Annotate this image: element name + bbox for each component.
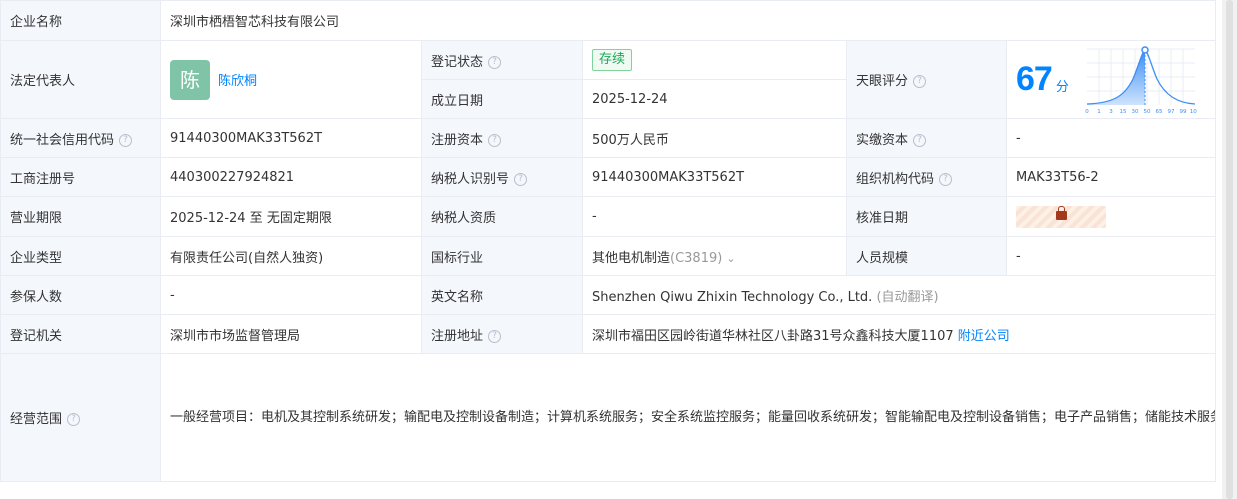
legal-rep-link[interactable]: 陈欣桐 [218,74,257,89]
help-icon[interactable]: ? [119,133,133,147]
help-icon[interactable]: ? [939,172,953,186]
score-tick-label: 1 [1097,109,1101,115]
score-tick-label: 3 [1109,109,1113,115]
reg-status-label: 登记状态? [421,40,583,80]
paid-capital-label: 实缴资本? [846,118,1007,158]
term-value: 2025-12-24 至 无固定期限 [160,196,422,237]
lock-icon [1056,205,1067,220]
reg-status-cell: 存续 [582,40,847,80]
help-icon[interactable]: ? [514,172,528,186]
locked-value[interactable] [1016,205,1106,228]
legal-rep-cell: 陈陈欣桐 [160,40,422,119]
reg-capital-value: 500万人民币 [582,118,847,158]
staff-size-label: 人员规模 [846,236,1007,276]
chevron-down-icon[interactable]: ⌄ [726,252,735,265]
score-tick-label: 15 [1119,109,1126,115]
score-tick-label: 100 [1190,109,1197,115]
score-unit: 分 [1055,80,1069,95]
nearby-companies-link[interactable]: 附近公司 [958,329,1010,344]
industry-code: (C3819) [670,250,723,266]
score-tick-label: 65 [1155,109,1162,115]
scope-value: 一般经营项目：电机及其控制系统研发；输配电及控制设备制造；计算机系统服务；安全系… [159,353,1217,482]
tianyan-score-cell[interactable]: 67 分 0 1 3 15 30 50 65 97 99 100 [1005,40,1217,119]
reg-authority-label: 登记机关 [0,314,161,354]
credit-code-label: 统一社会信用代码? [0,118,161,158]
company-info-table: 企业名称 深圳市栖梧智芯科技有限公司 法定代表人 陈陈欣桐 登记状态? 存续 天… [0,0,1217,482]
avatar: 陈 [170,59,210,100]
tianyan-score: 67 [1016,60,1053,98]
english-name-label: 英文名称 [421,275,583,315]
approval-date-cell [1005,196,1217,237]
status-badge: 存续 [592,49,633,71]
company-name-value: 深圳市栖梧智芯科技有限公司 [159,0,1217,41]
scrollbar[interactable] [1222,0,1237,499]
reg-address-cell: 深圳市福田区园岭街道华林社区八卦路31号众鑫科技大厦1107 附近公司 [581,314,1217,354]
biz-reg-no-label: 工商注册号 [0,157,161,197]
scrollbar-thumb[interactable] [1226,0,1233,499]
legal-rep-label: 法定代表人 [0,40,161,119]
industry-value: 其他电机制造 [592,250,671,266]
found-date-label: 成立日期 [421,79,583,119]
taxpayer-id-label: 纳税人识别号? [421,157,583,197]
taxpayer-qual-value: - [582,196,847,237]
org-code-value: MAK33T56-2 [1005,157,1217,197]
help-icon[interactable]: ? [488,329,502,343]
help-icon[interactable]: ? [488,55,502,69]
score-tick-label: 50 [1143,109,1150,115]
industry-cell[interactable]: 其他电机制造(C3819) ⌄ [582,236,847,276]
term-label: 营业期限 [0,196,161,237]
english-name-value: Shenzhen Qiwu Zhixin Technology Co., Ltd… [592,289,873,305]
reg-address-label: 注册地址? [421,314,583,354]
tianyan-label: 天眼评分? [846,40,1007,119]
approval-date-label: 核准日期 [846,196,1007,237]
auto-translate-note: (自动翻译) [876,289,939,305]
credit-code-value: 91440300MAK33T562T [160,118,422,158]
found-date-value: 2025-12-24 [582,79,847,119]
company-type-label: 企业类型 [0,236,161,276]
score-distribution-chart: 0 1 3 15 30 50 65 97 99 100 [1085,45,1197,115]
taxpayer-qual-label: 纳税人资质 [421,196,583,237]
scope-label: 经营范围? [0,353,161,482]
english-name-cell: Shenzhen Qiwu Zhixin Technology Co., Ltd… [581,275,1217,315]
score-tick-label: 97 [1167,109,1174,115]
company-name-label: 企业名称 [0,0,161,41]
insured-value: - [160,275,422,315]
help-icon[interactable]: ? [488,133,502,147]
help-icon[interactable]: ? [67,413,81,426]
reg-address-value: 深圳市福田区园岭街道华林社区八卦路31号众鑫科技大厦1107 [592,328,954,344]
reg-authority-value: 深圳市市场监督管理局 [160,314,422,354]
biz-reg-no-value: 440300227924821 [160,157,422,197]
score-tick-label: 0 [1085,109,1089,115]
score-tick-label: 30 [1131,109,1138,115]
staff-size-value: - [1005,236,1217,276]
help-icon[interactable]: ? [913,75,927,88]
reg-capital-label: 注册资本? [421,118,583,158]
company-type-value: 有限责任公司(自然人独资) [160,236,422,276]
industry-label: 国标行业 [421,236,583,276]
org-code-label: 组织机构代码? [846,157,1007,197]
help-icon[interactable]: ? [913,133,927,147]
taxpayer-id-value: 91440300MAK33T562T [582,157,847,197]
insured-label: 参保人数 [0,275,161,315]
paid-capital-value: - [1005,118,1217,158]
score-tick-label: 99 [1179,109,1186,115]
